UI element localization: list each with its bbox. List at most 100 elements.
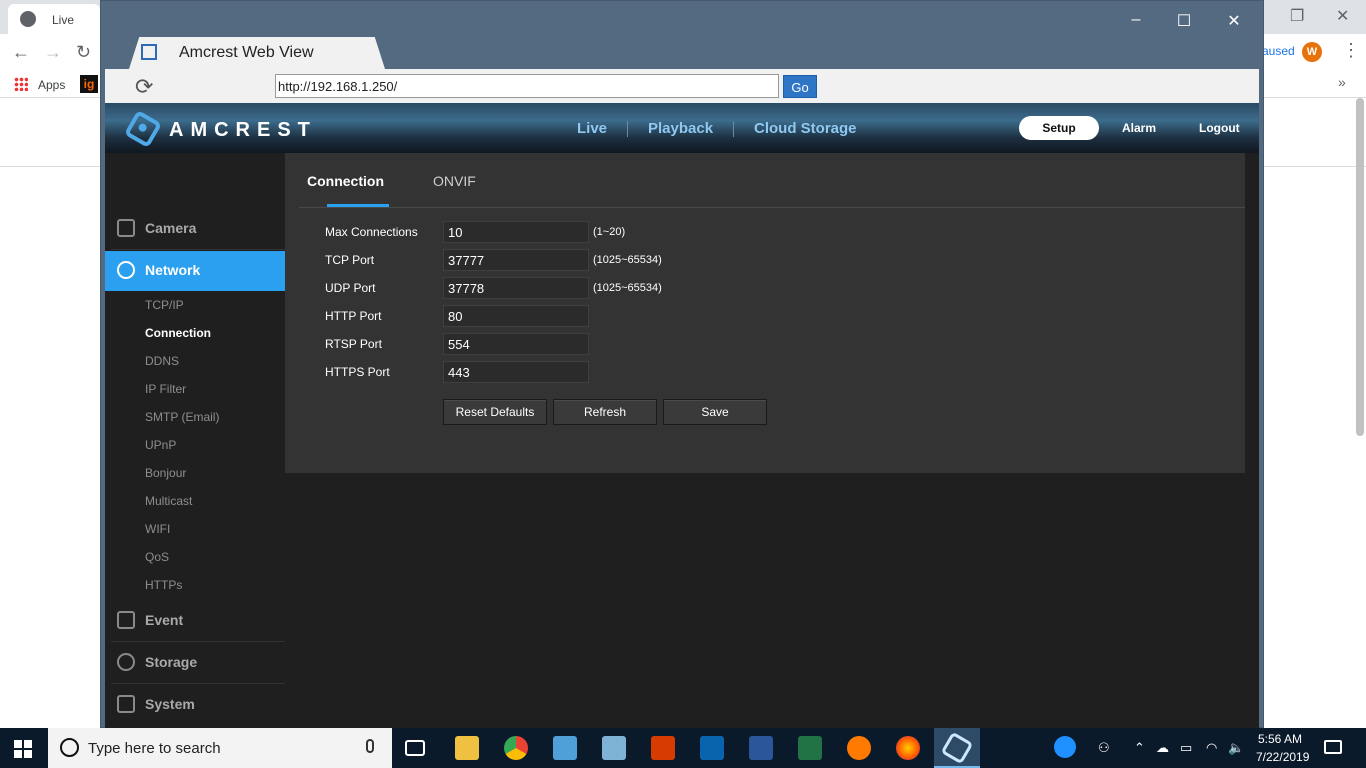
- divider: [299, 207, 1245, 208]
- ig-bookmark-icon[interactable]: ig: [80, 75, 98, 93]
- logout-link[interactable]: Logout: [1199, 121, 1240, 135]
- sidebar-sub-connection[interactable]: Connection: [145, 326, 211, 340]
- nav-cloud-storage[interactable]: Cloud Storage: [754, 120, 857, 137]
- sidebar-sub-bonjour[interactable]: Bonjour: [145, 466, 186, 480]
- close-window-icon[interactable]: ✕: [1219, 11, 1249, 31]
- paused-label[interactable]: aused: [1262, 44, 1295, 58]
- avast-icon[interactable]: [847, 736, 871, 760]
- apps-icon[interactable]: [14, 77, 28, 91]
- nav-playback[interactable]: Playback: [648, 120, 713, 137]
- notification-icon[interactable]: [1324, 740, 1342, 754]
- reset-defaults-button[interactable]: Reset Defaults: [443, 399, 547, 425]
- onedrive-icon[interactable]: ☁: [1156, 740, 1169, 756]
- max-connections-input[interactable]: [443, 221, 589, 243]
- more-icon[interactable]: ⋮: [1342, 40, 1360, 61]
- people-icon[interactable]: ⚇: [1098, 740, 1110, 756]
- photos-icon[interactable]: [602, 736, 626, 760]
- chevron-right-icon[interactable]: »: [1338, 74, 1346, 90]
- clock-date[interactable]: 7/22/2019: [1256, 750, 1309, 764]
- tab-connection[interactable]: Connection: [307, 173, 384, 189]
- connection-panel: Connection ONVIF Max Connections (1~20) …: [285, 153, 1245, 473]
- amcrest-logo-text: AMCREST: [169, 119, 317, 141]
- minimize-icon[interactable]: –: [1121, 11, 1151, 29]
- alarm-bell-icon: [117, 611, 135, 629]
- sidebar-sub-upnp[interactable]: UPnP: [145, 438, 176, 452]
- alarm-link[interactable]: Alarm: [1122, 121, 1156, 135]
- app-tab-title: Amcrest Web View: [179, 44, 314, 61]
- sidebar-item-system[interactable]: System: [105, 685, 285, 725]
- reload-icon[interactable]: ↻: [76, 42, 91, 63]
- refresh-button[interactable]: Refresh: [553, 399, 657, 425]
- udp-port-label: UDP Port: [325, 281, 376, 295]
- maximize-icon[interactable]: ☐: [1169, 11, 1199, 31]
- sidebar-sub-ip-filter[interactable]: IP Filter: [145, 382, 186, 396]
- cloud-storage-icon: [117, 653, 135, 671]
- background-tab[interactable]: Live: [8, 4, 100, 34]
- outlook-icon[interactable]: [700, 736, 724, 760]
- max-connections-range: (1~20): [593, 226, 626, 238]
- chevron-up-icon[interactable]: ⌃: [1134, 740, 1145, 756]
- file-explorer-icon[interactable]: [455, 736, 479, 760]
- microphone-icon[interactable]: [366, 739, 374, 753]
- excel-icon[interactable]: [798, 736, 822, 760]
- wifi-icon[interactable]: ◠: [1206, 740, 1217, 756]
- save-button[interactable]: Save: [663, 399, 767, 425]
- volume-icon[interactable]: 🔈: [1228, 740, 1244, 756]
- http-port-input[interactable]: [443, 305, 589, 327]
- taskbar: Type here to search ⚇ ⌃ ☁ ▭ ◠ 🔈 5:56 AM …: [0, 728, 1366, 768]
- refresh-icon[interactable]: ⟳: [135, 74, 153, 100]
- tab-onvif[interactable]: ONVIF: [433, 173, 476, 189]
- divider: [111, 683, 285, 684]
- setup-button[interactable]: Setup: [1019, 116, 1099, 140]
- scrollbar[interactable]: [1356, 98, 1364, 436]
- rtsp-port-input[interactable]: [443, 333, 589, 355]
- url-input[interactable]: [275, 74, 779, 98]
- battery-icon[interactable]: ▭: [1180, 740, 1192, 756]
- office-icon[interactable]: [651, 736, 675, 760]
- tcp-port-label: TCP Port: [325, 253, 375, 267]
- sidebar-item-label: Event: [145, 612, 184, 628]
- word-icon[interactable]: [749, 736, 773, 760]
- sidebar-item-camera[interactable]: Camera: [105, 209, 285, 249]
- tcp-port-range: (1025~65534): [593, 254, 662, 266]
- nav-live[interactable]: Live: [577, 120, 607, 137]
- search-icon: [60, 738, 79, 757]
- divider: [111, 641, 285, 642]
- sidebar-item-storage[interactable]: Storage: [105, 643, 285, 683]
- nav-separator: [627, 121, 628, 137]
- sidebar-sub-multicast[interactable]: Multicast: [145, 494, 192, 508]
- globe-icon: [20, 11, 36, 27]
- windows-start-icon[interactable]: [14, 740, 32, 758]
- control-panel-icon[interactable]: [553, 736, 577, 760]
- clock-time[interactable]: 5:56 AM: [1258, 732, 1302, 746]
- sidebar-sub-smtp[interactable]: SMTP (Email): [145, 410, 219, 424]
- sidebar-sub-ddns[interactable]: DDNS: [145, 354, 179, 368]
- firefox-icon[interactable]: [896, 736, 920, 760]
- task-view-icon[interactable]: [405, 740, 425, 756]
- udp-port-input[interactable]: [443, 277, 589, 299]
- close-icon[interactable]: ✕: [1336, 6, 1349, 26]
- amcrest-logo-icon: [123, 109, 163, 149]
- help-icon[interactable]: [1054, 736, 1076, 758]
- https-port-label: HTTPS Port: [325, 365, 390, 379]
- sidebar-sub-https[interactable]: HTTPs: [145, 578, 182, 592]
- avatar[interactable]: W: [1302, 42, 1322, 62]
- sidebar-sub-tcpip[interactable]: TCP/IP: [145, 298, 184, 312]
- sidebar-sub-qos[interactable]: QoS: [145, 550, 169, 564]
- window-icon: [141, 44, 157, 60]
- back-icon[interactable]: ←: [12, 42, 30, 63]
- active-app-highlight[interactable]: [934, 728, 980, 768]
- tcp-port-input[interactable]: [443, 249, 589, 271]
- sidebar-item-network[interactable]: Network: [105, 251, 293, 291]
- chrome-icon[interactable]: [504, 736, 528, 760]
- restore-icon[interactable]: ❐: [1290, 6, 1304, 26]
- taskbar-search[interactable]: Type here to search: [48, 728, 392, 768]
- forward-icon[interactable]: →: [44, 42, 62, 63]
- https-port-input[interactable]: [443, 361, 589, 383]
- go-button[interactable]: Go: [783, 75, 817, 98]
- sidebar-sub-wifi[interactable]: WIFI: [145, 522, 170, 536]
- apps-label[interactable]: Apps: [38, 78, 65, 92]
- sidebar-item-event[interactable]: Event: [105, 601, 285, 641]
- divider: [111, 249, 285, 250]
- camera-icon: [117, 219, 135, 237]
